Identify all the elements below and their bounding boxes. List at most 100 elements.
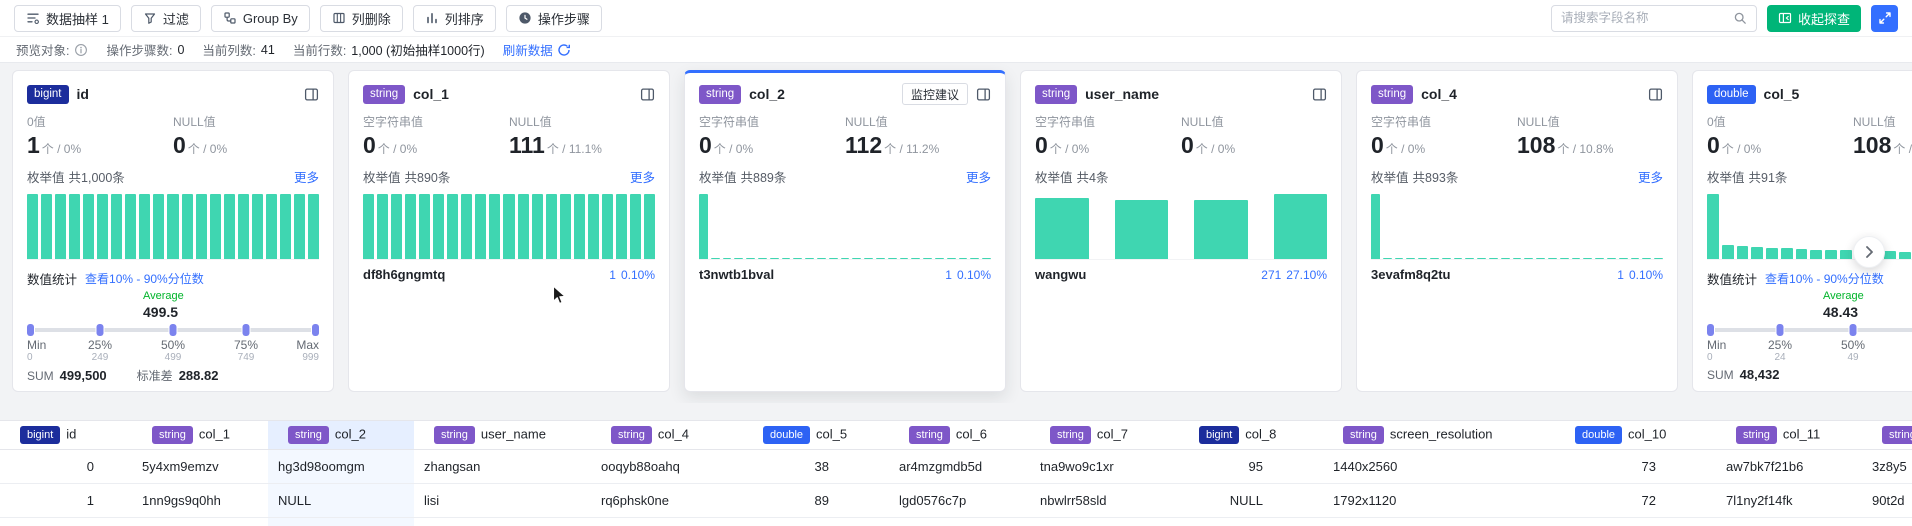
table-cell[interactable]: ooqyb88oahq bbox=[591, 449, 743, 483]
table-cell[interactable]: 5y4xm9emzv bbox=[132, 449, 268, 483]
histogram-bar[interactable] bbox=[602, 194, 613, 259]
histogram-bar[interactable] bbox=[1406, 258, 1415, 260]
column-header[interactable]: doublecol_5 bbox=[743, 421, 889, 449]
histogram-bar[interactable] bbox=[734, 258, 743, 260]
histogram-bar[interactable] bbox=[405, 194, 416, 259]
histogram-bar[interactable] bbox=[1115, 200, 1169, 260]
table-cell[interactable]: NULL bbox=[1179, 483, 1323, 517]
histogram-bar[interactable] bbox=[153, 194, 164, 259]
table-cell[interactable] bbox=[743, 517, 889, 526]
histogram-bar[interactable] bbox=[1619, 258, 1628, 260]
column-detail-icon[interactable] bbox=[1648, 87, 1663, 102]
histogram-bar[interactable] bbox=[911, 258, 920, 260]
column-header[interactable]: doublecol_10 bbox=[1555, 421, 1716, 449]
histogram-bar[interactable] bbox=[1654, 258, 1663, 260]
histogram-bar[interactable] bbox=[900, 258, 909, 260]
field-card[interactable]: string col_4 空字符串值 0 个 / 0% NULL值 108 个 … bbox=[1356, 70, 1678, 392]
histogram-bar[interactable] bbox=[27, 194, 38, 259]
histogram-bar[interactable] bbox=[758, 258, 767, 260]
histogram-bar[interactable] bbox=[1810, 250, 1822, 260]
histogram-bar[interactable] bbox=[1899, 252, 1911, 260]
histogram-bar[interactable] bbox=[139, 194, 150, 259]
slider-handle[interactable] bbox=[1707, 324, 1714, 336]
table-cell[interactable] bbox=[889, 517, 1030, 526]
histogram-bar[interactable] bbox=[1796, 249, 1808, 259]
table-cell[interactable]: 3z8y5 bbox=[1862, 449, 1912, 483]
histogram-bar[interactable] bbox=[532, 194, 543, 259]
table-cell[interactable] bbox=[1716, 517, 1862, 526]
slider-handle[interactable] bbox=[1850, 324, 1857, 336]
percentile-link[interactable]: 查看10% - 90%分位数 bbox=[85, 270, 204, 287]
histogram-bar[interactable] bbox=[1825, 250, 1837, 260]
histogram-bar[interactable] bbox=[770, 258, 779, 260]
search-icon[interactable] bbox=[1733, 11, 1747, 25]
top-value-row[interactable]: t3nwtb1bval 1 0.10% bbox=[699, 267, 991, 282]
column-delete-button[interactable]: 列删除 bbox=[320, 5, 403, 32]
refresh-data-link[interactable]: 刷新数据 bbox=[503, 40, 571, 59]
group-by-button[interactable]: Group By bbox=[211, 5, 310, 32]
histogram-bar[interactable] bbox=[238, 194, 249, 259]
histogram-bar[interactable] bbox=[196, 194, 207, 259]
table-cell[interactable]: hg3d98oomgm bbox=[268, 449, 414, 483]
histogram-bar[interactable] bbox=[1501, 258, 1510, 260]
table-cell[interactable]: 0 bbox=[0, 449, 132, 483]
histogram-bar[interactable] bbox=[461, 194, 472, 259]
operation-steps-button[interactable]: 操作步骤 bbox=[506, 5, 602, 32]
histogram-bar[interactable] bbox=[111, 194, 122, 259]
histogram-bar[interactable] bbox=[1442, 258, 1451, 260]
histogram-bar[interactable] bbox=[1465, 258, 1474, 260]
histogram-bar[interactable] bbox=[746, 258, 755, 260]
histogram-bar[interactable] bbox=[1560, 258, 1569, 260]
column-header[interactable]: bigintid bbox=[0, 421, 132, 449]
histogram-bar[interactable] bbox=[1454, 258, 1463, 260]
table-cell[interactable]: ar4mzgmdb5d bbox=[889, 449, 1030, 483]
column-header[interactable]: stringscreen_resolution bbox=[1323, 421, 1555, 449]
histogram-bar[interactable] bbox=[489, 194, 500, 259]
histogram-bar[interactable] bbox=[41, 194, 52, 259]
histogram-bar[interactable] bbox=[182, 194, 193, 259]
column-header[interactable]: stringcol_1 bbox=[132, 421, 268, 449]
histogram-bar[interactable] bbox=[503, 194, 514, 259]
column-detail-icon[interactable] bbox=[1312, 87, 1327, 102]
histogram-bar[interactable] bbox=[1418, 258, 1427, 260]
histogram-bar[interactable] bbox=[83, 194, 94, 259]
percentile-link[interactable]: 查看10% - 90%分位数 bbox=[1765, 270, 1884, 287]
histogram-bar[interactable] bbox=[125, 194, 136, 259]
table-cell[interactable]: 89 bbox=[743, 483, 889, 517]
table-cell[interactable]: 7l1ny2f14fk bbox=[1716, 483, 1862, 517]
table-cell[interactable] bbox=[1323, 517, 1555, 526]
slider-handle[interactable] bbox=[170, 324, 177, 336]
histogram-bar[interactable] bbox=[1595, 258, 1604, 260]
histogram-bar[interactable] bbox=[935, 258, 944, 260]
column-detail-icon[interactable] bbox=[976, 87, 991, 102]
histogram-bar[interactable] bbox=[433, 194, 444, 259]
histogram-bar[interactable] bbox=[723, 258, 732, 260]
histogram-bar[interactable] bbox=[1751, 247, 1763, 259]
histogram-bar[interactable] bbox=[876, 258, 885, 260]
histogram-bar[interactable] bbox=[574, 194, 585, 259]
column-header[interactable]: stringuser_name bbox=[414, 421, 591, 449]
histogram-bar[interactable] bbox=[1572, 258, 1581, 260]
field-card[interactable]: double col_5 0值 0 个 / 0% NULL值 108 个 / 1… bbox=[1692, 70, 1912, 392]
field-card[interactable]: string user_name 空字符串值 0 个 / 0% NULL值 0 … bbox=[1020, 70, 1342, 392]
histogram-bar[interactable] bbox=[1524, 258, 1533, 260]
search-input[interactable] bbox=[1561, 11, 1727, 25]
monitor-suggest-button[interactable]: 监控建议 bbox=[902, 83, 968, 105]
histogram-bar[interactable] bbox=[1548, 258, 1557, 260]
collapse-explore-button[interactable]: 收起探查 bbox=[1767, 5, 1861, 32]
table-cell[interactable] bbox=[1555, 517, 1716, 526]
histogram-bar[interactable] bbox=[1430, 258, 1439, 260]
histogram-bar[interactable] bbox=[1840, 250, 1852, 259]
column-header[interactable]: stringcol_7 bbox=[1030, 421, 1179, 449]
histogram-bar[interactable] bbox=[308, 194, 319, 259]
histogram-bar[interactable] bbox=[518, 194, 529, 259]
histogram-bar[interactable] bbox=[864, 258, 873, 260]
histogram-bar[interactable] bbox=[377, 194, 388, 259]
histogram-bar[interactable] bbox=[266, 194, 277, 259]
histogram-bar[interactable] bbox=[829, 258, 838, 260]
table-cell[interactable]: aw7bk7f21b6 bbox=[1716, 449, 1862, 483]
slider-handle[interactable] bbox=[312, 324, 319, 336]
histogram-bar[interactable] bbox=[210, 194, 221, 259]
histogram-bar[interactable] bbox=[1607, 258, 1616, 260]
table-cell[interactable] bbox=[0, 517, 132, 526]
